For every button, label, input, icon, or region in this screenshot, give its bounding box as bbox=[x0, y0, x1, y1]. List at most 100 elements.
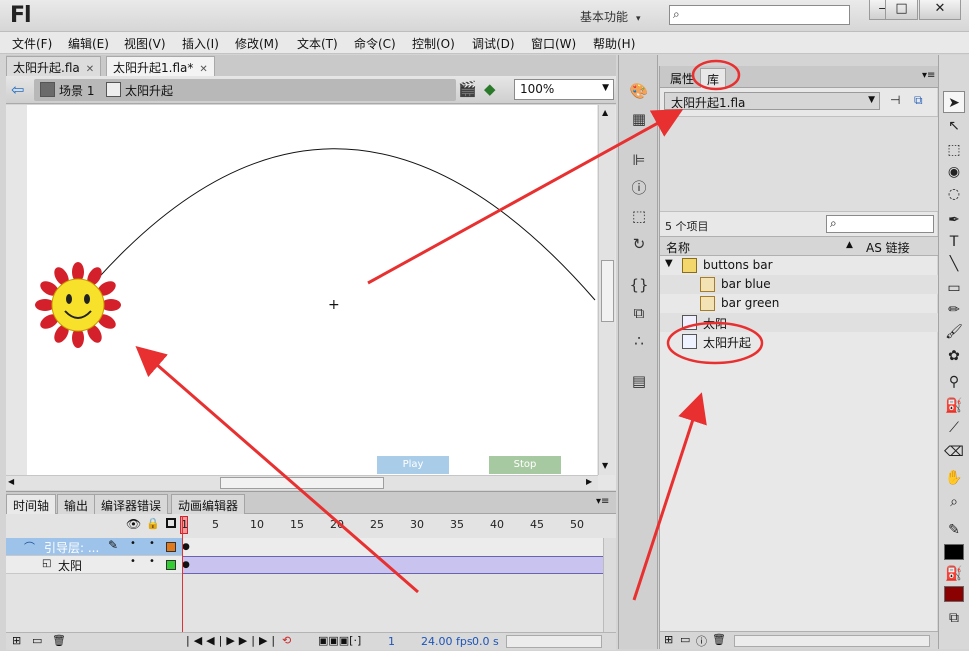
components-icon[interactable]: ⧉ bbox=[629, 303, 649, 323]
graphic-symbol-icon bbox=[682, 315, 697, 330]
timeline-vertical-scrollbar[interactable] bbox=[603, 538, 616, 632]
properties-icon[interactable]: ⓘ bbox=[696, 633, 707, 649]
pencil-tool-icon[interactable]: ✏ bbox=[943, 299, 965, 321]
delete-icon[interactable]: 🗑 bbox=[712, 633, 726, 646]
eraser-tool-icon[interactable]: ⌫ bbox=[943, 441, 965, 463]
tab-compiler-errors[interactable]: 编译器错误 bbox=[94, 494, 169, 514]
scroll-thumb[interactable] bbox=[220, 477, 384, 489]
swatches-icon[interactable]: ▦ bbox=[629, 109, 649, 129]
stroke-color-swatch[interactable] bbox=[944, 544, 964, 560]
current-frame[interactable]: 1 bbox=[388, 635, 395, 648]
library-item[interactable]: bar blue bbox=[660, 275, 938, 294]
lock-dot[interactable]: • bbox=[149, 556, 155, 567]
deco-tool-icon[interactable]: ✿ bbox=[943, 345, 965, 367]
panel-menu-icon[interactable]: ▾≡ bbox=[596, 496, 609, 507]
library-search-input[interactable]: ⌕ bbox=[826, 215, 934, 233]
tab-library[interactable]: 库 bbox=[700, 68, 727, 88]
eye-icon[interactable]: 👁 bbox=[126, 517, 141, 531]
library-panel: 属性 库 ▾≡ 太阳升起1.fla ▼ ⊣ ⧉ 5 个项目 ⌕ 名称 ▲ AS 链… bbox=[659, 66, 938, 649]
layer-color-swatch[interactable] bbox=[166, 560, 176, 570]
lasso-tool-icon[interactable]: ◌ bbox=[943, 183, 965, 205]
brush-tool-icon[interactable]: 🖌 bbox=[943, 321, 965, 343]
stage-vertical-scrollbar[interactable]: ▲ ▼ bbox=[598, 105, 615, 475]
outline-icon[interactable] bbox=[166, 518, 176, 528]
scroll-thumb[interactable] bbox=[601, 260, 614, 322]
library-item[interactable]: bar green bbox=[660, 294, 938, 313]
new-layer-icon[interactable]: ⊞ bbox=[12, 634, 21, 647]
onion-skin-icon[interactable]: ⟲ bbox=[282, 634, 291, 647]
stage-horizontal-scrollbar[interactable]: ◀ ▶ bbox=[6, 475, 598, 490]
rectangle-tool-icon[interactable]: ▭ bbox=[943, 277, 965, 299]
frame-number: 50 bbox=[570, 518, 584, 531]
info-icon[interactable]: ⓘ bbox=[629, 178, 649, 198]
panel-menu-icon[interactable]: ▾≡ bbox=[922, 70, 935, 81]
lock-icon[interactable]: 🔒 bbox=[146, 517, 160, 530]
playback-controls[interactable]: |◀◀|▶▶|▶| bbox=[186, 634, 279, 647]
free-transform-tool-icon[interactable]: ⬚ bbox=[943, 139, 965, 161]
new-library-panel-icon[interactable]: ⧉ bbox=[914, 93, 923, 108]
transform-icon[interactable]: ⬚ bbox=[629, 206, 649, 226]
selection-tool-icon[interactable]: ➤ bbox=[943, 91, 965, 113]
scroll-up-icon[interactable]: ▲ bbox=[602, 108, 608, 117]
hand-tool-icon[interactable]: ✋ bbox=[943, 467, 965, 489]
tab-motion-editor[interactable]: 动画编辑器 bbox=[171, 494, 246, 514]
scroll-down-icon[interactable]: ▼ bbox=[602, 461, 608, 470]
tab-output[interactable]: 输出 bbox=[57, 494, 96, 514]
panel-tabs: 属性 库 ▾≡ bbox=[660, 66, 938, 88]
layer-row-guide[interactable]: ⌒ 引导层: ... ✎ • • ● bbox=[6, 538, 604, 556]
pen-tool-icon[interactable]: ✒ bbox=[943, 209, 965, 231]
pin-library-icon[interactable]: ⊣ bbox=[890, 93, 900, 107]
library-item[interactable]: 太阳 bbox=[660, 313, 938, 332]
snap-to-objects-icon[interactable]: ⧉ bbox=[943, 607, 965, 629]
align-icon[interactable]: ⊫ bbox=[629, 150, 649, 170]
keyframe-dot[interactable]: ● bbox=[182, 542, 190, 552]
library-document-select[interactable]: 太阳升起1.fla ▼ bbox=[664, 92, 880, 110]
library-item[interactable]: 太阳升起 bbox=[660, 332, 938, 351]
scroll-right-icon[interactable]: ▶ bbox=[586, 477, 592, 486]
play-button-symbol[interactable]: Play bbox=[377, 456, 449, 474]
sort-asc-icon[interactable]: ▲ bbox=[846, 240, 853, 250]
layer-color-swatch[interactable] bbox=[166, 542, 176, 552]
library-horizontal-scrollbar[interactable] bbox=[734, 635, 930, 647]
paint-bucket-tool-icon[interactable]: ⛽ bbox=[943, 395, 965, 417]
color-icon[interactable]: 🎨 bbox=[629, 81, 649, 101]
eyedropper-tool-icon[interactable]: ⟋ bbox=[943, 417, 965, 439]
timeline-horizontal-scrollbar[interactable] bbox=[506, 635, 602, 648]
edit-multiple-frames-icon[interactable]: ▣▣▣[·] bbox=[318, 634, 361, 647]
column-linkage[interactable]: AS 链接 bbox=[866, 239, 910, 256]
text-tool-icon[interactable]: T bbox=[943, 231, 965, 253]
stop-button-symbol[interactable]: Stop bbox=[489, 456, 561, 474]
lock-dot[interactable]: • bbox=[149, 538, 155, 549]
tab-properties[interactable]: 属性 bbox=[664, 68, 700, 88]
tween-span[interactable]: ● bbox=[182, 556, 604, 574]
scroll-left-icon[interactable]: ◀ bbox=[8, 477, 14, 486]
new-folder-icon[interactable]: ▭ bbox=[680, 633, 690, 646]
scene-panel-icon[interactable]: ▤ bbox=[629, 371, 649, 391]
layer-name[interactable]: 引导层: ... bbox=[44, 539, 99, 556]
subselection-tool-icon[interactable]: ↖ bbox=[943, 115, 965, 137]
new-folder-icon[interactable]: ▭ bbox=[32, 634, 42, 647]
frame-rate[interactable]: 24.00 fps bbox=[421, 635, 473, 648]
layer-frames[interactable]: ● bbox=[182, 538, 604, 556]
library-item[interactable]: ▼ buttons bar bbox=[660, 256, 938, 275]
code-snippets-icon[interactable]: {} bbox=[629, 275, 649, 295]
zoom-tool-icon[interactable]: ⌕ bbox=[943, 491, 965, 513]
disclosure-triangle-icon[interactable]: ▼ bbox=[665, 258, 673, 269]
history-icon[interactable]: ↻ bbox=[629, 234, 649, 254]
line-tool-icon[interactable]: ╲ bbox=[943, 253, 965, 275]
3d-rotation-tool-icon[interactable]: ◉ bbox=[943, 161, 965, 183]
frame-number: 20 bbox=[330, 518, 344, 531]
visibility-dot[interactable]: • bbox=[130, 538, 136, 549]
motion-presets-icon[interactable]: ∴ bbox=[629, 331, 649, 351]
tab-timeline[interactable]: 时间轴 bbox=[6, 494, 57, 514]
column-name[interactable]: 名称 bbox=[666, 239, 690, 256]
new-symbol-icon[interactable]: ⊞ bbox=[664, 633, 673, 646]
frame-ruler[interactable]: 1 5 10 15 20 25 30 35 40 45 50 bbox=[180, 516, 604, 534]
bone-tool-icon[interactable]: ⚲ bbox=[943, 371, 965, 393]
visibility-dot[interactable]: • bbox=[130, 556, 136, 567]
keyframe-dot[interactable]: ● bbox=[182, 560, 190, 570]
layer-row-sun[interactable]: ◱ 太阳 • • ● bbox=[6, 556, 604, 574]
delete-layer-icon[interactable]: 🗑 bbox=[52, 634, 66, 647]
fill-color-swatch[interactable] bbox=[944, 586, 964, 602]
layer-name[interactable]: 太阳 bbox=[58, 557, 82, 574]
